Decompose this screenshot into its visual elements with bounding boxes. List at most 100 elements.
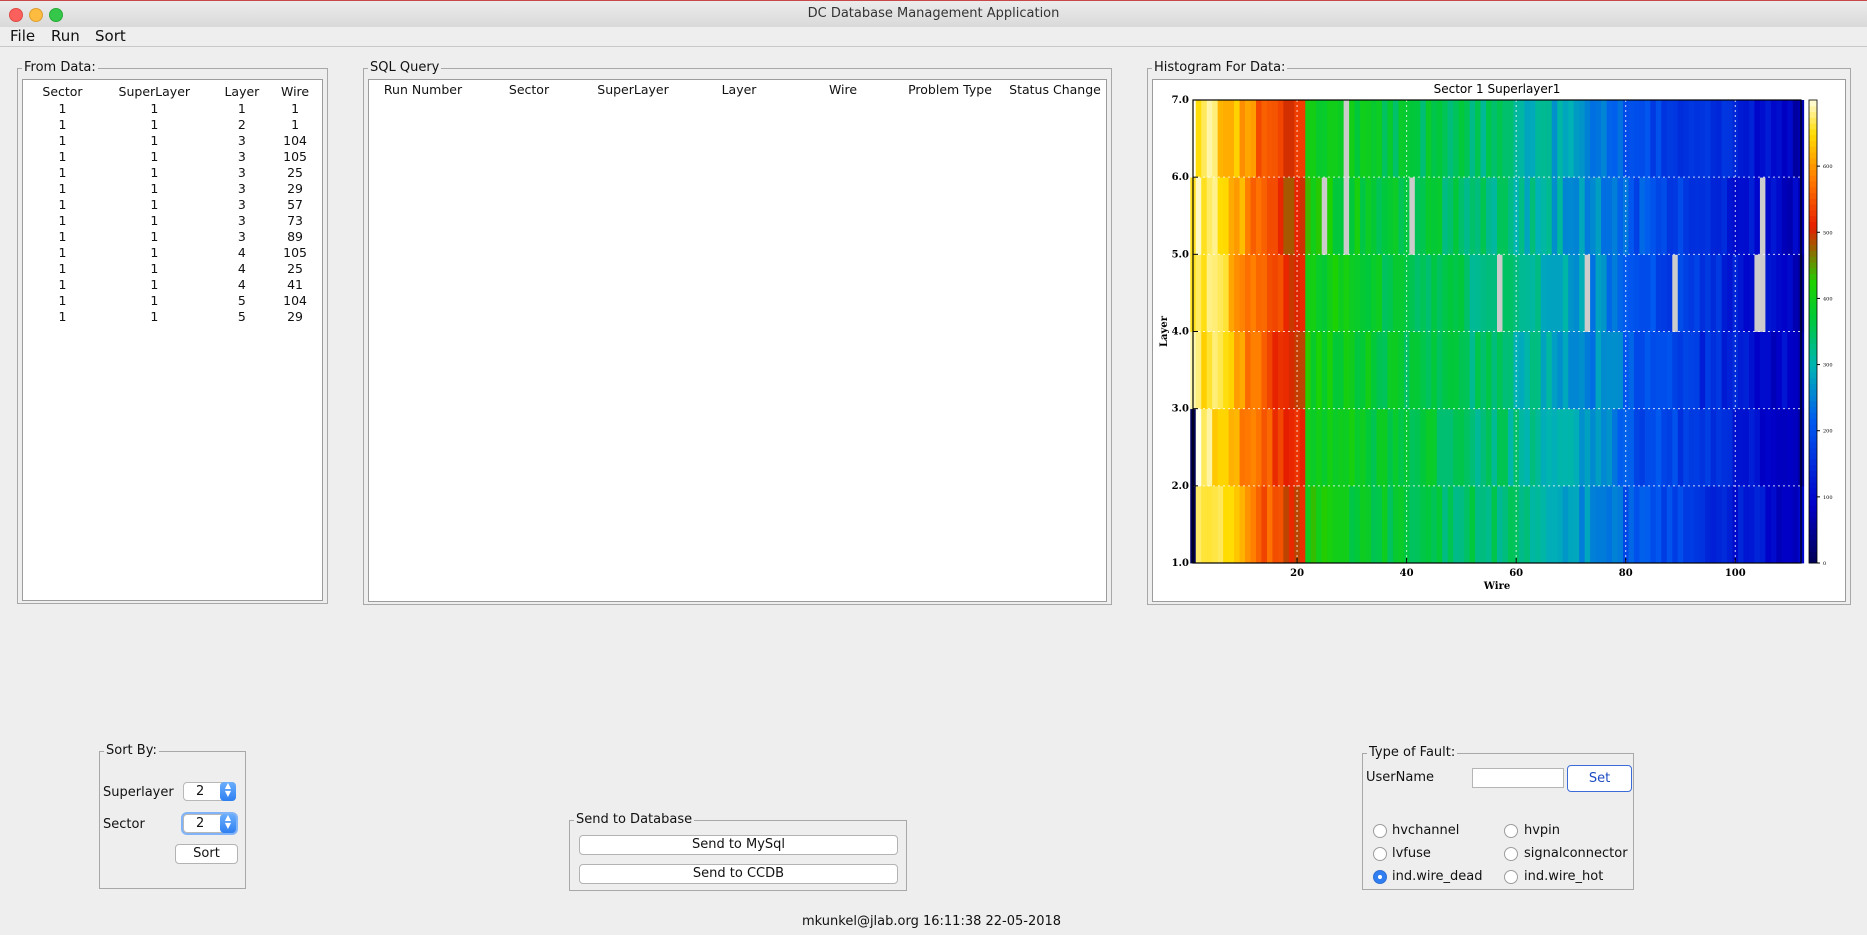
heatmap-cell [1250,100,1257,178]
superlayer-spinner[interactable]: 2 ▲ ▼ [183,782,236,801]
spinner-arrows-icon[interactable]: ▲ ▼ [220,814,236,833]
window-titlebar[interactable]: DC Database Management Application [0,0,1867,28]
radio-hvpin-label[interactable]: hvpin [1524,823,1560,838]
heatmap-cell [1245,100,1251,178]
column-header-sector[interactable]: Sector [509,82,549,97]
radio-ind-wire-hot[interactable] [1504,870,1518,884]
table-row[interactable]: 1 1 4 25 [29,261,319,277]
sector-spinner[interactable]: 2 ▲ ▼ [183,814,236,833]
column-header-run-number[interactable]: Run Number [384,82,462,97]
heatmap-cell [1305,100,1312,178]
y-tick-label: 1.0 [1172,558,1189,569]
column-header-superlayer[interactable]: SuperLayer [96,82,213,101]
heatmap-cell [1245,331,1251,410]
table-row[interactable]: 1 1 3 104 [29,133,319,149]
heatmap-cell [1458,485,1465,564]
histogram-canvas[interactable]: Sector 1 Superlayer1 20 40 60 80 100 1.0 2.0 3.0… [1152,79,1846,602]
table-row[interactable]: 1 1 5 104 [29,293,319,309]
radio-signalconnector-label[interactable]: signalconnector [1524,846,1628,861]
menu-sort[interactable]: Sort [95,27,126,45]
table-row[interactable]: 1 1 2 1 [29,117,319,133]
column-header-status-change[interactable]: Status Change [1009,82,1101,97]
y-tick-label: 4.0 [1172,327,1189,338]
heatmap-cell [1261,485,1268,564]
table-row[interactable]: 1 1 3 105 [29,149,319,165]
heatmap-cell [1217,331,1224,410]
heatmap-cell [1272,177,1279,255]
colorbar-segment [1809,348,1817,356]
heatmap-cell [1655,100,1662,178]
column-header-superlayer[interactable]: SuperLayer [597,82,668,97]
table-cell: 1 [58,149,67,164]
column-header-wire[interactable]: Wire [829,82,857,97]
send-to-mysql-button[interactable]: Send to MySql [579,835,898,855]
table-row[interactable]: 1 1 5 29 [29,309,319,325]
heatmap-cell [1666,177,1673,255]
heatmap-cell [1688,331,1695,410]
table-cell: 4 [237,245,246,260]
column-header-sector[interactable]: Sector [29,82,96,101]
spinner-arrows-icon[interactable]: ▲ ▼ [220,782,236,801]
table-row[interactable]: 1 1 3 89 [29,229,319,245]
colorbar-segment [1809,510,1817,518]
sort-button[interactable]: Sort [175,844,238,864]
username-input[interactable] [1472,768,1564,788]
colorbar-segment [1809,111,1817,118]
menu-file[interactable]: File [10,27,35,45]
sql-query-table[interactable]: Run Number Sector SuperLayer Layer Wire … [368,79,1107,602]
heatmap-cell [1480,485,1487,564]
heatmap-cell [1743,254,1750,332]
radio-ind-wire-dead[interactable] [1373,870,1387,884]
histogram-chart[interactable]: Sector 1 Superlayer1 20 40 60 80 100 1.0 2.0 3.0… [1153,80,1845,601]
heatmap-cell [1365,331,1372,410]
column-header-wire[interactable]: Wire [271,82,319,101]
table-row[interactable]: 1 1 3 73 [29,213,319,229]
heatmap-cell [1464,485,1471,564]
column-header-layer[interactable]: Layer [722,82,757,97]
from-data-table[interactable]: Sector SuperLayer Layer Wire 11111121113… [29,82,319,325]
radio-lvfuse[interactable] [1373,847,1387,861]
set-button[interactable]: Set [1567,765,1632,792]
table-cell: 1 [58,213,67,228]
heatmap-cell [1759,331,1766,410]
radio-lvfuse-label[interactable]: lvfuse [1392,846,1431,861]
radio-ind-wire-hot-label[interactable]: ind.wire_hot [1524,869,1603,884]
heatmap-cell [1557,177,1564,255]
table-row[interactable]: 1 1 4 41 [29,277,319,293]
radio-hvchannel-label[interactable]: hvchannel [1392,823,1459,838]
heatmap-cell [1310,408,1317,487]
heatmap-cell [1743,485,1750,564]
heatmap-cell [1710,254,1717,332]
from-data-table-container[interactable]: Sector SuperLayer Layer Wire 11111121113… [22,79,323,601]
menu-run[interactable]: Run [51,27,80,45]
radio-signalconnector[interactable] [1504,847,1518,861]
heatmap-cell [1392,408,1399,487]
table-cell: 1 [150,277,159,292]
radio-hvchannel[interactable] [1373,824,1387,838]
heatmap-cell [1239,331,1246,410]
heatmap-cell [1683,254,1690,332]
colorbar-segment [1809,447,1817,454]
heatmap-cell [1699,408,1706,487]
radio-hvpin[interactable] [1504,824,1518,838]
table-row[interactable]: 1 1 3 25 [29,165,319,181]
table-row[interactable]: 1 1 3 57 [29,197,319,213]
table-cell: 105 [283,149,307,164]
column-header-problem-type[interactable]: Problem Type [908,82,992,97]
radio-ind-wire-dead-label[interactable]: ind.wire_dead [1392,869,1483,884]
heatmap-cell [1639,408,1646,487]
heatmap-cell [1475,485,1481,564]
heatmap-cell [1677,485,1684,564]
table-row[interactable]: 1 1 1 1 [29,101,319,117]
heatmap-cell [1584,408,1591,487]
column-header-layer[interactable]: Layer [213,82,272,101]
table-row[interactable]: 1 1 3 29 [29,181,319,197]
send-to-ccdb-button[interactable]: Send to CCDB [579,864,898,884]
heatmap-cell [1518,254,1525,332]
table-row[interactable]: 1 1 4 105 [29,245,319,261]
table-cell: 3 [237,181,246,196]
colorbar-segment [1809,522,1817,529]
heatmap-cell [1518,177,1525,255]
heatmap-cell [1425,331,1432,410]
heatmap-cell [1234,177,1240,255]
